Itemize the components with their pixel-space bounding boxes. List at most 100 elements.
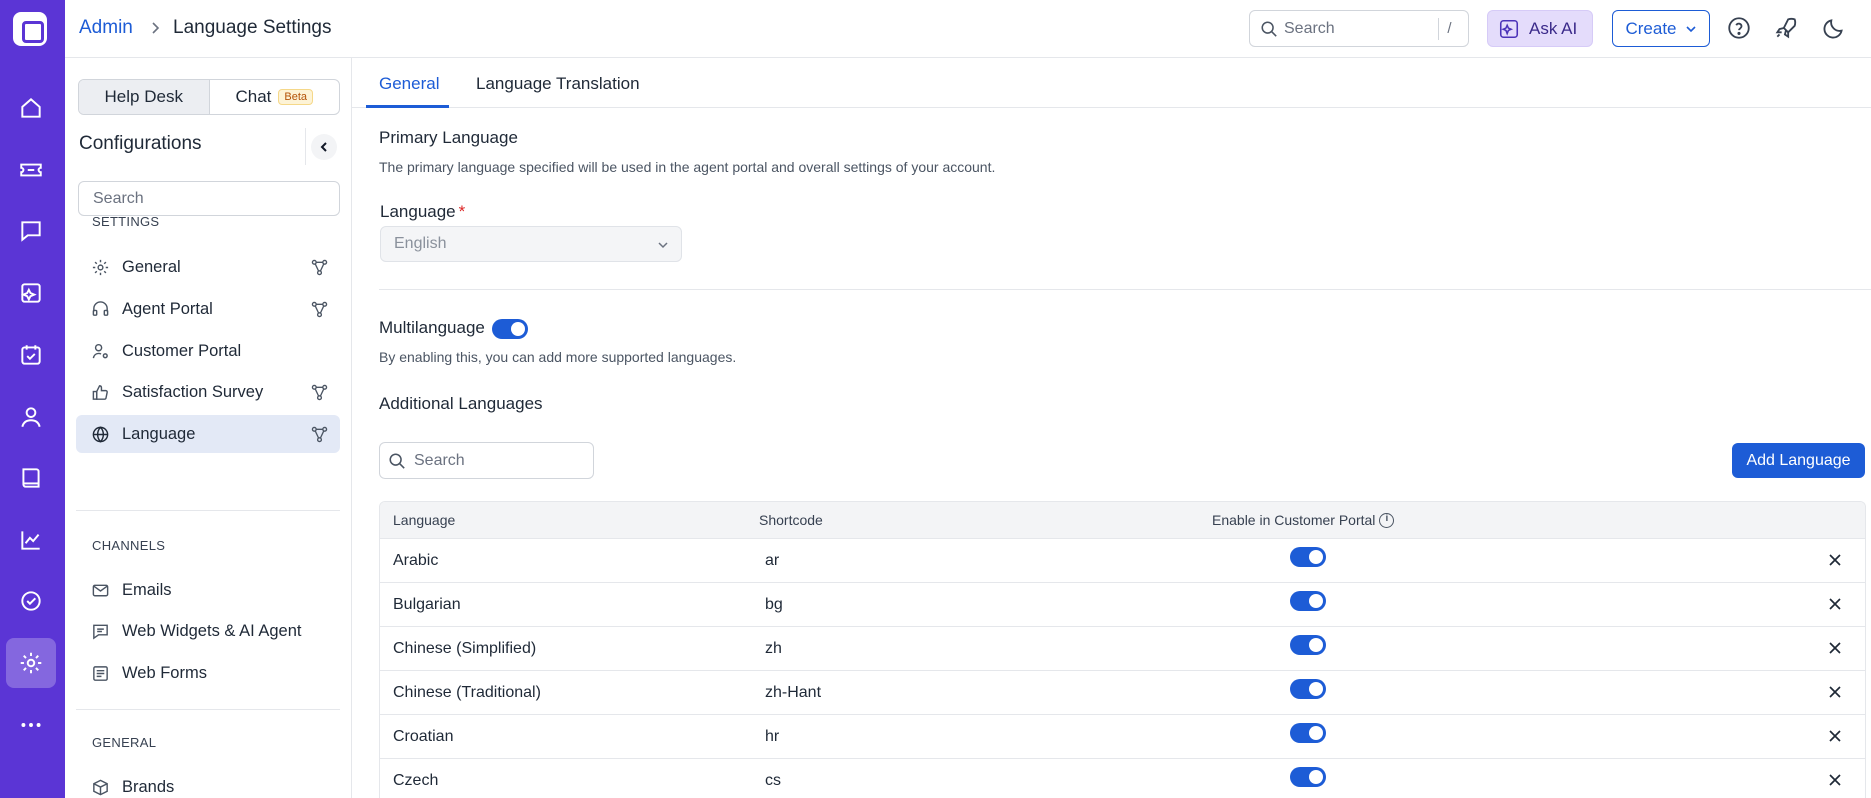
portal-enable-toggle[interactable] (1290, 547, 1326, 567)
sidebar-item-general[interactable]: General (76, 248, 340, 286)
table-header: Language Shortcode Enable in Customer Po… (380, 502, 1865, 539)
table-row: Chinese (Traditional) zh-Hant (380, 671, 1865, 715)
top-bar: Admin Language Settings / Ask AI Create (65, 0, 1871, 58)
language-field-label: Language * (380, 202, 465, 222)
close-icon[interactable] (1828, 685, 1842, 699)
rocket-icon[interactable] (1773, 15, 1799, 41)
chat-tab[interactable]: Chat Beta (210, 80, 340, 114)
language-name: Chinese (Simplified) (393, 640, 537, 657)
sidebar-item-label: General (122, 257, 181, 276)
global-search[interactable]: / (1249, 10, 1469, 47)
headset-icon (92, 300, 109, 316)
primary-language-description: The primary language specified will be u… (379, 159, 996, 175)
sidebar-search-input[interactable] (78, 181, 340, 216)
portal-enable-toggle[interactable] (1290, 591, 1326, 611)
chat-icon[interactable] (6, 206, 56, 256)
chevron-right-icon (152, 22, 160, 34)
sidebar-item-brands[interactable]: Brands (76, 768, 340, 798)
sidebar-item-web-widgets[interactable]: Web Widgets & AI Agent (76, 612, 340, 650)
globe-icon (92, 425, 109, 443)
table-row: Croatian hr (380, 715, 1865, 759)
knowledge-base-icon[interactable] (6, 453, 56, 503)
active-tab-indicator (366, 105, 449, 108)
sidebar-item-label: Language (122, 424, 196, 443)
add-language-button[interactable]: Add Language (1732, 443, 1865, 478)
language-shortcode: bg (765, 596, 783, 613)
sidebar-item-label: Web Widgets & AI Agent (122, 621, 302, 640)
hierarchy-icon (311, 426, 328, 443)
sidebar-item-customer-portal[interactable]: Customer Portal (76, 332, 340, 370)
multilanguage-toggle[interactable] (492, 319, 528, 339)
collapse-sidebar-button[interactable] (305, 128, 342, 165)
sidebar-title: Configurations (79, 133, 202, 154)
portal-enable-toggle[interactable] (1290, 679, 1326, 699)
portal-enable-toggle[interactable] (1290, 635, 1326, 655)
dark-mode-moon-icon[interactable] (1821, 15, 1847, 41)
portal-enable-toggle[interactable] (1290, 767, 1326, 787)
language-name: Bulgarian (393, 596, 461, 613)
close-icon[interactable] (1828, 641, 1842, 655)
column-header-portal-label: Enable in Customer Portal (1212, 512, 1376, 528)
language-search[interactable] (379, 442, 594, 479)
portal-enable-toggle[interactable] (1290, 723, 1326, 743)
ai-agent-icon[interactable] (6, 268, 56, 318)
approvals-icon[interactable] (6, 576, 56, 626)
sidebar-item-web-forms[interactable]: Web Forms (76, 654, 340, 692)
chevron-left-icon (320, 141, 327, 152)
analytics-icon[interactable] (6, 515, 56, 565)
language-search-input[interactable] (414, 450, 584, 472)
create-label: Create (1625, 18, 1677, 38)
sidebar-item-agent-portal[interactable]: Agent Portal (76, 290, 340, 328)
user-gear-icon (92, 343, 108, 358)
ask-ai-button[interactable]: Ask AI (1487, 10, 1593, 47)
home-icon[interactable] (6, 83, 56, 133)
sidebar-item-label: Web Forms (122, 663, 207, 682)
sidebar-item-satisfaction-survey[interactable]: Satisfaction Survey (76, 373, 340, 411)
close-icon[interactable] (1828, 729, 1842, 743)
settings-icon[interactable] (6, 638, 56, 688)
task-icon[interactable] (6, 330, 56, 380)
sidebar-item-language[interactable]: Language (76, 415, 340, 453)
breadcrumb-admin-link[interactable]: Admin (79, 17, 133, 39)
product-switcher: Help Desk Chat Beta (78, 79, 340, 115)
more-icon[interactable] (6, 700, 56, 750)
create-button[interactable]: Create (1612, 10, 1710, 47)
table-row: Bulgarian bg (380, 583, 1865, 627)
primary-language-select[interactable]: English (380, 226, 682, 262)
close-icon[interactable] (1828, 597, 1842, 611)
chat-tab-label: Chat (235, 87, 272, 106)
chevron-down-icon (658, 242, 668, 249)
ask-ai-label: Ask AI (1529, 18, 1578, 38)
chevron-down-icon (1685, 25, 1696, 32)
contacts-icon[interactable] (6, 392, 56, 442)
sidebar-item-emails[interactable]: Emails (76, 571, 340, 609)
table-row: Chinese (Simplified) zh (380, 627, 1865, 671)
settings-tabs: General Language Translation (352, 58, 1871, 108)
language-name: Arabic (393, 552, 439, 569)
column-header-shortcode: Shortcode (759, 512, 823, 528)
tab-general[interactable]: General (379, 74, 439, 94)
language-name: Croatian (393, 728, 454, 745)
close-icon[interactable] (1828, 773, 1842, 787)
app-logo-icon[interactable] (13, 12, 47, 46)
tab-language-translation[interactable]: Language Translation (476, 74, 640, 94)
primary-language-heading: Primary Language (379, 128, 518, 147)
sidebar-item-label: Agent Portal (122, 299, 213, 318)
section-heading-settings: SETTINGS (92, 214, 160, 229)
primary-language-value: English (394, 235, 447, 252)
sidebar-item-label: Customer Portal (122, 341, 242, 360)
ticket-icon[interactable] (6, 145, 56, 195)
hierarchy-icon (311, 301, 328, 318)
language-label-text: Language (380, 202, 456, 221)
language-shortcode: zh (765, 640, 782, 657)
sparkle-icon (1499, 19, 1519, 38)
help-icon[interactable] (1726, 15, 1752, 41)
search-shortcut-hint: / (1438, 18, 1460, 40)
page-title: Language Settings (173, 17, 332, 38)
helpdesk-tab[interactable]: Help Desk (79, 80, 210, 114)
section-divider (379, 289, 1871, 290)
info-icon[interactable] (1379, 513, 1395, 528)
close-icon[interactable] (1828, 553, 1842, 567)
global-search-input[interactable] (1284, 17, 1434, 41)
envelope-icon (92, 584, 109, 596)
